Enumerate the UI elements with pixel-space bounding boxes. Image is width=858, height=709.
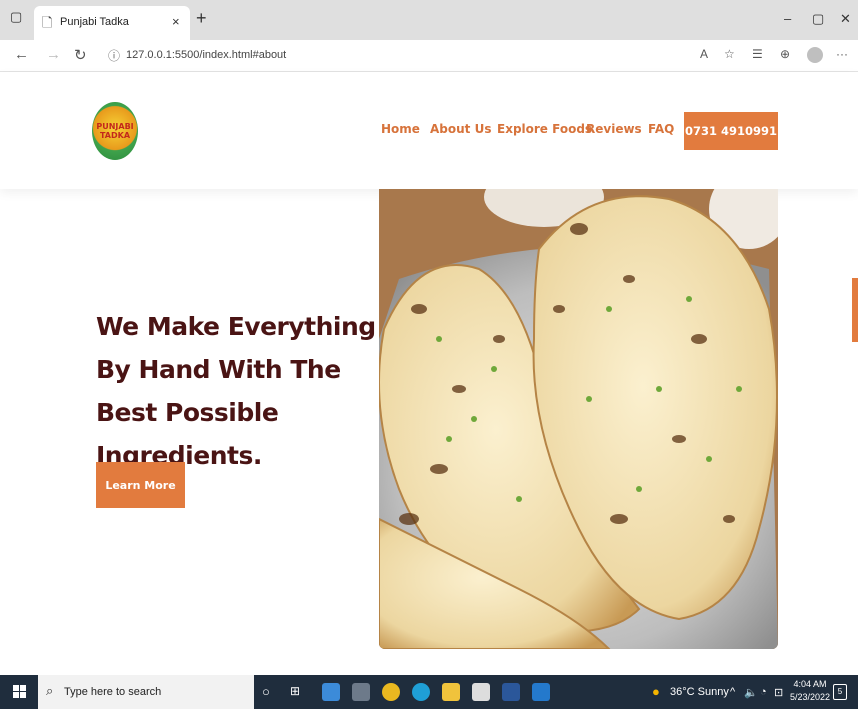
favorites-list-icon[interactable]: ☰ bbox=[752, 47, 763, 61]
weather-text[interactable]: 36°C Sunny bbox=[670, 686, 729, 698]
naan-illustration bbox=[379, 189, 778, 649]
address-bar: ← → ↻ ⓘ 127.0.0.1:5500/index.html#about … bbox=[0, 40, 858, 72]
nav-faq[interactable]: FAQ bbox=[648, 122, 674, 136]
favorite-icon[interactable]: ☆ bbox=[724, 47, 735, 61]
more-options-icon[interactable]: ··· bbox=[836, 47, 848, 61]
side-scroll-tab[interactable] bbox=[852, 278, 858, 342]
restaurant-logo[interactable]: PUNJABI TADKA bbox=[92, 102, 138, 160]
search-icon: ⌕ bbox=[46, 683, 54, 698]
nav-explore-foods[interactable]: Explore Foods bbox=[497, 122, 592, 136]
tab-close-icon[interactable]: × bbox=[172, 14, 180, 29]
clock-time: 4:04 AM bbox=[793, 679, 827, 689]
taskbar-search-box[interactable]: ⌕ Type here to search bbox=[38, 675, 254, 709]
tab-title: Punjabi Tadka bbox=[60, 16, 129, 28]
edge-icon[interactable] bbox=[412, 683, 430, 701]
weather-icon[interactable]: ● bbox=[652, 684, 660, 699]
windows-start-icon[interactable] bbox=[13, 685, 27, 699]
new-tab-button[interactable]: + bbox=[196, 8, 207, 28]
profile-avatar[interactable] bbox=[807, 47, 823, 63]
refresh-icon[interactable]: ↻ bbox=[74, 46, 87, 64]
task-view-icon[interactable]: ⊞ bbox=[290, 684, 300, 698]
nav-reviews[interactable]: Reviews bbox=[586, 122, 642, 136]
phone-button[interactable]: 0731 4910991 bbox=[684, 112, 778, 150]
notification-center-icon[interactable]: 5 bbox=[833, 684, 847, 700]
tab-actions-icon[interactable]: ▢ bbox=[10, 9, 26, 25]
browser-tab-bar: ▢ 🗋 Punjabi Tadka × + – ▢ ✕ bbox=[0, 0, 858, 40]
read-aloud-icon[interactable]: A bbox=[700, 47, 708, 61]
learn-more-button[interactable]: Learn More bbox=[96, 462, 185, 508]
language-icon[interactable]: ⊡ bbox=[774, 686, 783, 699]
logo-text: PUNJABI TADKA bbox=[96, 122, 134, 140]
tray-chevron-icon[interactable]: ^ bbox=[730, 686, 735, 698]
url-text[interactable]: 127.0.0.1:5500/index.html#about bbox=[126, 49, 286, 61]
nav-about[interactable]: About Us bbox=[430, 122, 491, 136]
minimize-button[interactable]: – bbox=[784, 11, 791, 26]
word-icon[interactable] bbox=[502, 683, 520, 701]
site-header: PUNJABI TADKA Home About Us Explore Food… bbox=[0, 72, 858, 189]
volume-icon[interactable]: 🔈 bbox=[744, 686, 758, 699]
close-window-button[interactable]: ✕ bbox=[840, 11, 851, 27]
url-field[interactable]: ⓘ 127.0.0.1:5500/index.html#about bbox=[96, 44, 686, 68]
search-placeholder: Type here to search bbox=[64, 686, 162, 698]
taskbar-clock[interactable]: 4:04 AM 5/23/2022 bbox=[790, 678, 830, 704]
page-icon: 🗋 bbox=[42, 15, 53, 30]
restore-button[interactable]: ▢ bbox=[812, 11, 824, 27]
forward-icon[interactable]: → bbox=[46, 46, 61, 63]
cortana-icon[interactable]: ○ bbox=[262, 684, 270, 699]
store-icon[interactable] bbox=[472, 683, 490, 701]
browser-tab[interactable]: 🗋 Punjabi Tadka × bbox=[34, 6, 190, 40]
hero-title: We Make Everything By Hand With The Best… bbox=[96, 312, 376, 470]
clock-date: 5/23/2022 bbox=[790, 692, 831, 702]
snipping-tool-icon[interactable] bbox=[322, 683, 340, 701]
wifi-icon[interactable]: ◔ bbox=[760, 686, 767, 698]
windows-taskbar: ⌕ Type here to search ○ ⊞ ● 36°C Sunny ^… bbox=[0, 675, 858, 709]
mail-icon[interactable] bbox=[352, 683, 370, 701]
nav-home[interactable]: Home bbox=[381, 122, 420, 136]
chrome-icon[interactable] bbox=[382, 683, 400, 701]
collections-icon[interactable]: ⊕ bbox=[780, 47, 790, 61]
back-icon[interactable]: ← bbox=[14, 46, 29, 63]
hero-image-naan bbox=[379, 189, 778, 649]
vscode-icon[interactable] bbox=[532, 683, 550, 701]
site-info-icon[interactable]: ⓘ bbox=[108, 47, 120, 64]
file-explorer-icon[interactable] bbox=[442, 683, 460, 701]
